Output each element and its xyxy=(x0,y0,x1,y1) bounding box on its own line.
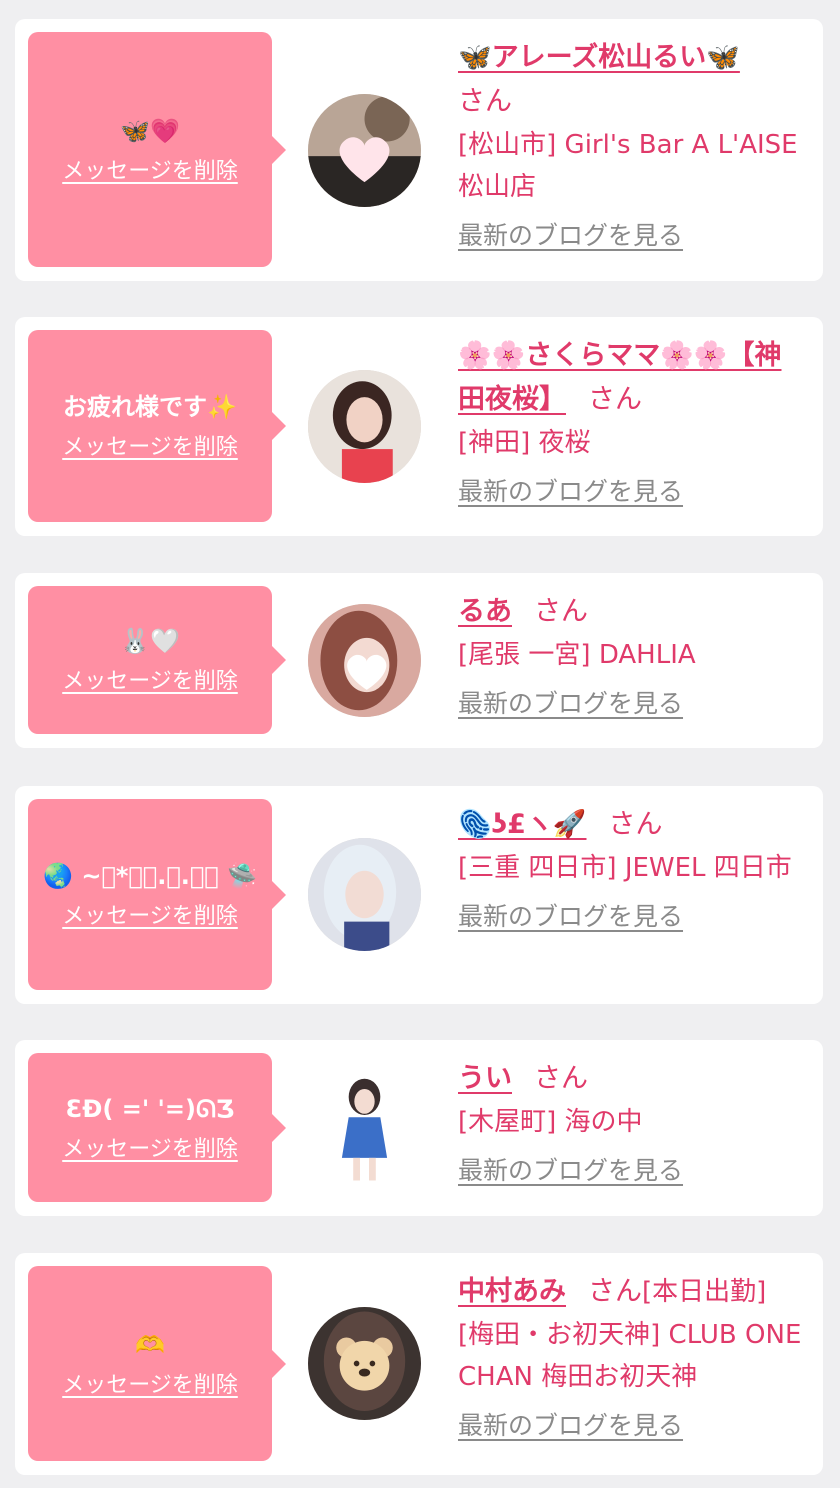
delete-message-link[interactable]: メッセージを削除 xyxy=(62,158,238,186)
message-bubble: 🐰🤍 メッセージを削除 xyxy=(28,586,286,734)
cast-name-link[interactable]: るあ xyxy=(458,596,512,627)
profile-info: うい さん [木屋町] 海の中 最新のブログを見る xyxy=(458,1057,805,1189)
profile-info: 🫆ʖ£ヽ🚀 さん [三重 四日市] JEWEL 四日市 最新のブログを見る xyxy=(458,803,805,935)
shop-text: [木屋町] 海の中 xyxy=(458,1107,643,1137)
honorific: さん xyxy=(458,86,512,117)
message-card: 🦋💗 メッセージを削除 🦋アレーズ松山るい🦋 さん [松山市] Girl's Ba… xyxy=(15,19,823,281)
delete-message-link[interactable]: メッセージを削除 xyxy=(62,903,238,931)
profile-info: るあ さん [尾張 一宮] DAHLIA 最新のブログを見る xyxy=(458,590,805,722)
message-card: 🫶 メッセージを削除 中村あみ さん[本日出勤] [梅田・お初天神] CLUB O… xyxy=(15,1253,823,1475)
message-text: ƐÐ( =' '=)ᘏƷ xyxy=(65,1094,235,1123)
honorific: さん xyxy=(588,1276,642,1307)
avatar[interactable] xyxy=(308,604,421,717)
shop-text: [梅田・お初天神] CLUB ONE CHAN 梅田お初天神 xyxy=(458,1320,802,1392)
message-list: 🦋💗 メッセージを削除 🦋アレーズ松山るい🦋 さん [松山市] Girl's Ba… xyxy=(0,0,840,1488)
shop-text: [松山市] Girl's Bar A L'AISE 松山店 xyxy=(458,130,798,202)
delete-message-link[interactable]: メッセージを削除 xyxy=(62,1372,238,1400)
latest-blog-link[interactable]: 最新のブログを見る xyxy=(458,686,683,722)
cast-name-link[interactable]: 🫆ʖ£ヽ🚀 xyxy=(458,809,587,840)
cast-name-link[interactable]: 中村あみ xyxy=(458,1276,566,1307)
message-text: 🌏 ~ﾟ*ﾟ･.｡.･ﾟ 🛸 xyxy=(43,861,257,890)
honorific: さん xyxy=(534,596,588,627)
avatar[interactable] xyxy=(308,838,421,951)
latest-blog-link[interactable]: 最新のブログを見る xyxy=(458,1153,683,1189)
shop-text: [神田] 夜桜 xyxy=(458,428,591,458)
profile-info: 🌸🌸さくらママ🌸🌸【神田夜桜】 さん [神田] 夜桜 最新のブログを見る xyxy=(458,334,805,510)
delete-message-link[interactable]: メッセージを削除 xyxy=(62,668,238,696)
attendance-badge: [本日出勤] xyxy=(642,1277,767,1307)
message-card: 🌏 ~ﾟ*ﾟ･.｡.･ﾟ 🛸 メッセージを削除 🫆ʖ£ヽ🚀 さん [三重 四日市]… xyxy=(15,786,823,1004)
message-bubble: 🌏 ~ﾟ*ﾟ･.｡.･ﾟ 🛸 メッセージを削除 xyxy=(28,799,286,990)
message-text: 🐰🤍 xyxy=(120,627,180,655)
message-text: 🦋💗 xyxy=(120,116,180,145)
cast-name-link[interactable]: うい xyxy=(458,1063,512,1094)
latest-blog-link[interactable]: 最新のブログを見る xyxy=(458,1408,683,1444)
latest-blog-link[interactable]: 最新のブログを見る xyxy=(458,899,683,935)
profile-info: 🦋アレーズ松山るい🦋 さん [松山市] Girl's Bar A L'AISE 松… xyxy=(458,36,805,254)
delete-message-link[interactable]: メッセージを削除 xyxy=(62,434,238,462)
avatar[interactable] xyxy=(308,94,421,207)
avatar[interactable] xyxy=(308,1307,421,1420)
shop-text: [尾張 一宮] DAHLIA xyxy=(458,640,696,670)
avatar[interactable] xyxy=(308,1072,421,1185)
message-bubble: お疲れ様です✨ メッセージを削除 xyxy=(28,330,286,522)
message-text: お疲れ様です✨ xyxy=(63,393,237,421)
latest-blog-link[interactable]: 最新のブログを見る xyxy=(458,474,683,510)
delete-message-link[interactable]: メッセージを削除 xyxy=(62,1136,238,1164)
honorific: さん xyxy=(534,1063,588,1094)
message-card: ƐÐ( =' '=)ᘏƷ メッセージを削除 うい さん [木屋町] 海の中 最新の… xyxy=(15,1040,823,1216)
message-text: 🫶 xyxy=(135,1330,165,1359)
honorific: さん xyxy=(608,809,663,840)
message-bubble: 🫶 メッセージを削除 xyxy=(28,1266,286,1461)
message-bubble: ƐÐ( =' '=)ᘏƷ メッセージを削除 xyxy=(28,1053,286,1202)
avatar[interactable] xyxy=(308,370,421,483)
latest-blog-link[interactable]: 最新のブログを見る xyxy=(458,218,683,254)
message-card: 🐰🤍 メッセージを削除 るあ さん [尾張 一宮] DAHLIA 最新のブログを見… xyxy=(15,573,823,748)
message-card: お疲れ様です✨ メッセージを削除 🌸🌸さくらママ🌸🌸【神田夜桜】 さん [神田] … xyxy=(15,317,823,536)
message-bubble: 🦋💗 メッセージを削除 xyxy=(28,32,286,267)
cast-name-link[interactable]: 🦋アレーズ松山るい🦋 xyxy=(458,42,740,73)
shop-text: [三重 四日市] JEWEL 四日市 xyxy=(458,853,792,883)
honorific: さん xyxy=(588,384,642,415)
profile-info: 中村あみ さん[本日出勤] [梅田・お初天神] CLUB ONE CHAN 梅田お… xyxy=(458,1270,805,1444)
